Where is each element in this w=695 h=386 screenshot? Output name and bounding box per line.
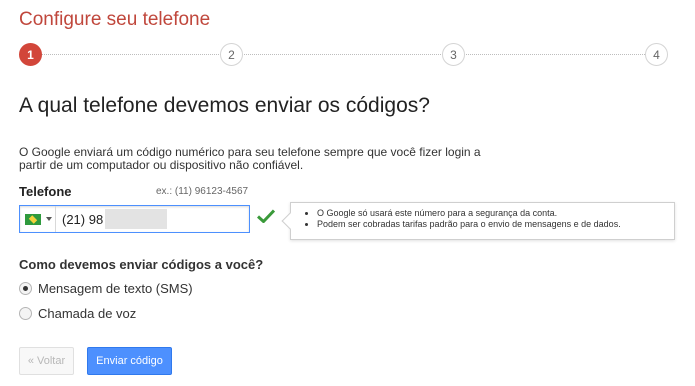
stepper-line	[31, 54, 657, 55]
page-title: Configure seu telefone	[19, 9, 211, 30]
phone-label: Telefone	[19, 184, 72, 199]
tooltip-item: Podem ser cobradas tarifas padrão para o…	[317, 219, 666, 230]
phone-example: ex.: (11) 96123-4567	[156, 186, 249, 197]
chevron-down-icon	[46, 217, 52, 221]
phone-input[interactable]: (21) 98	[19, 205, 250, 233]
tooltip-item: O Google só usará este número para a seg…	[317, 208, 666, 219]
radio-sms[interactable]	[19, 282, 32, 295]
country-selector[interactable]	[20, 206, 56, 232]
info-text: O Google enviará um código numérico para…	[19, 145, 481, 172]
progress-stepper: 1 2 3 4	[19, 43, 669, 67]
section-heading: A qual telefone devemos enviar os código…	[19, 94, 430, 117]
step-1: 1	[19, 43, 42, 66]
phone-value[interactable]: (21) 98	[56, 212, 103, 227]
option-sms-label: Mensagem de texto (SMS)	[38, 281, 193, 296]
step-4: 4	[645, 43, 668, 66]
brazil-flag-icon	[25, 213, 41, 225]
delivery-question: Como devemos enviar códigos a você?	[19, 257, 264, 272]
step-2: 2	[220, 43, 243, 66]
checkmark-icon	[256, 209, 276, 228]
step-3: 3	[442, 43, 465, 66]
redacted-digits	[105, 209, 168, 229]
radio-voice[interactable]	[19, 307, 32, 320]
option-sms[interactable]: Mensagem de texto (SMS)	[19, 281, 193, 296]
back-button[interactable]: « Voltar	[19, 347, 74, 375]
option-voice[interactable]: Chamada de voz	[19, 306, 136, 321]
send-code-button[interactable]: Enviar código	[87, 347, 172, 375]
option-voice-label: Chamada de voz	[38, 306, 137, 321]
phone-tooltip: O Google só usará este número para a seg…	[290, 202, 675, 240]
